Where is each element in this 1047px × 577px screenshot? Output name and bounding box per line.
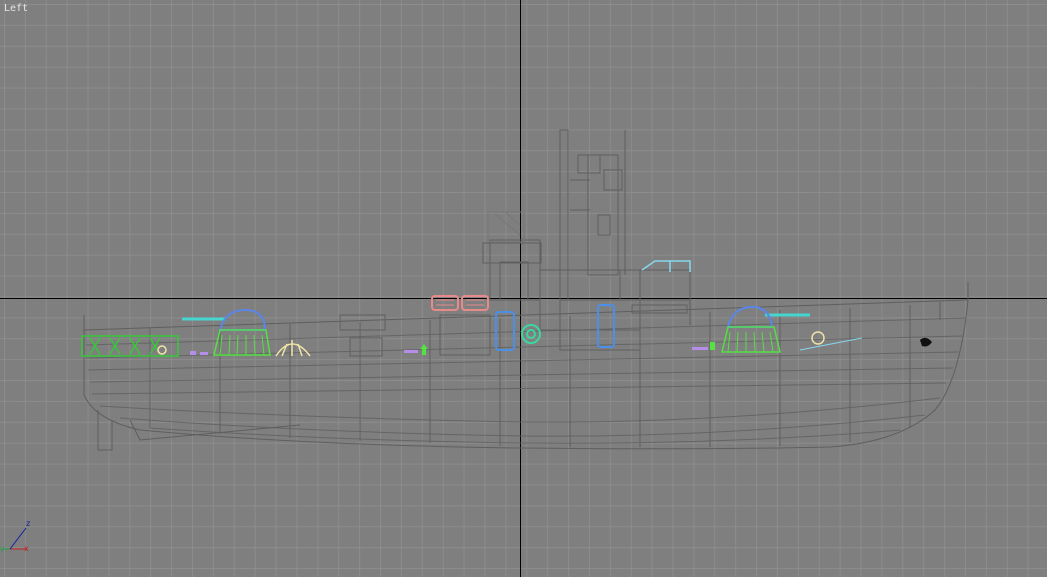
- axis-gizmo-icon: [4, 527, 27, 550]
- gizmo-y-label: y: [0, 544, 5, 553]
- rear-turret-base: [213, 329, 271, 356]
- rear-turret-dome: [218, 308, 267, 331]
- radar-antenna: [487, 211, 525, 243]
- axis-gizmo: z y x: [0, 512, 40, 562]
- hull-wireframe: [83, 282, 969, 451]
- blue-hatches: [495, 304, 615, 351]
- gizmo-z-label: z: [26, 519, 31, 528]
- life-buoy: [521, 324, 541, 344]
- ship-model[interactable]: [0, 0, 1047, 577]
- front-gun-turret: [721, 305, 810, 353]
- anchor-icon: [920, 337, 932, 347]
- left-viewport[interactable]: Left z y x: [0, 0, 1047, 577]
- liferafts: [431, 295, 489, 311]
- rear-gun-turret: [182, 308, 271, 356]
- gizmo-x-label: x: [24, 544, 29, 553]
